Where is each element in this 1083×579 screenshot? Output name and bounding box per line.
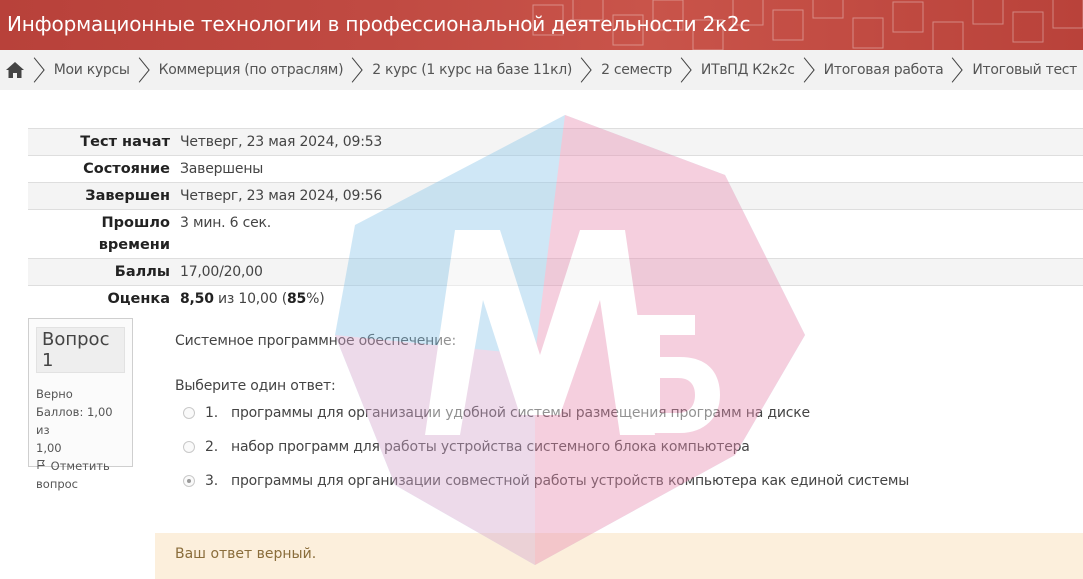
- chevron-right-icon: [680, 57, 692, 83]
- summary-row-grade: Оценка 8,50 из 10,00 (85%): [28, 285, 1083, 313]
- summary-row-started: Тест начат Четверг, 23 мая 2024, 09:53: [28, 128, 1083, 156]
- breadcrumb-item-year[interactable]: 2 курс (1 курс на базе 11кл): [366, 62, 578, 78]
- chevron-right-icon: [33, 57, 45, 83]
- grade-value: 8,50 из 10,00 (85%): [180, 291, 325, 307]
- answer-option[interactable]: 2. набор программ для работы устройства …: [183, 439, 750, 455]
- answer-option[interactable]: 1. программы для организации удобной сис…: [183, 405, 810, 421]
- finished-value: Четверг, 23 мая 2024, 09:56: [180, 188, 383, 204]
- grade-label: Оценка: [107, 291, 170, 307]
- answer-option[interactable]: 3. программы для организации совместной …: [183, 473, 909, 489]
- breadcrumb-item-commerce[interactable]: Коммерция (по отраслям): [153, 62, 350, 78]
- summary-row-state: Состояние Завершены: [28, 155, 1083, 183]
- flag-question-button[interactable]: Отметить вопрос: [36, 457, 125, 493]
- radio-button[interactable]: [183, 441, 195, 453]
- question-text: Системное программное обеспечение:: [175, 333, 456, 349]
- chevron-right-icon: [803, 57, 815, 83]
- chevron-right-icon: [138, 57, 150, 83]
- answer-prompt: Выберите один ответ:: [175, 378, 336, 394]
- course-title: Информационные технологии в профессионал…: [7, 12, 751, 36]
- elapsed-value: 3 мин. 6 сек.: [180, 215, 272, 231]
- elapsed-label: Прошло времени: [98, 215, 170, 253]
- breadcrumb: Мои курсы Коммерция (по отраслям) 2 курс…: [0, 50, 1083, 90]
- marks-value: 17,00/20,00: [180, 264, 263, 280]
- breadcrumb-item-my-courses[interactable]: Мои курсы: [48, 62, 136, 78]
- question-number: Вопрос 1: [36, 327, 125, 373]
- chevron-right-icon: [580, 57, 592, 83]
- state-value: Завершены: [180, 161, 264, 177]
- question-info: Вопрос 1 Верно Баллов: 1,00 из 1,00 Отме…: [28, 318, 133, 491]
- summary-row-finished: Завершен Четверг, 23 мая 2024, 09:56: [28, 182, 1083, 210]
- summary-row-marks: Баллы 17,00/20,00: [28, 258, 1083, 286]
- marks-label: Баллы: [114, 264, 170, 280]
- breadcrumb-item-semester[interactable]: 2 семестр: [595, 62, 678, 78]
- course-banner: Информационные технологии в профессионал…: [0, 0, 1083, 50]
- chevron-right-icon: [952, 57, 964, 83]
- home-icon[interactable]: [0, 50, 31, 90]
- flag-icon: [37, 460, 45, 469]
- state-label: Состояние: [83, 161, 170, 177]
- summary-row-elapsed: Прошло времени 3 мин. 6 сек.: [28, 209, 1083, 259]
- breadcrumb-item-final-work[interactable]: Итоговая работа: [818, 62, 950, 78]
- question-state: Верно Баллов: 1,00 из 1,00: [36, 387, 113, 455]
- started-value: Четверг, 23 мая 2024, 09:53: [180, 134, 383, 150]
- breadcrumb-item-course[interactable]: ИТвПД К2к2с: [695, 62, 801, 78]
- chevron-right-icon: [351, 57, 363, 83]
- radio-button[interactable]: [183, 407, 195, 419]
- breadcrumb-item-final-test[interactable]: Итоговый тест: [966, 62, 1083, 78]
- radio-button-checked[interactable]: [183, 475, 195, 487]
- attempt-summary-table: Тест начат Четверг, 23 мая 2024, 09:53 С…: [28, 128, 1083, 312]
- started-label: Тест начат: [80, 134, 170, 150]
- finished-label: Завершен: [85, 188, 170, 204]
- feedback-box: Ваш ответ верный.: [155, 533, 1083, 579]
